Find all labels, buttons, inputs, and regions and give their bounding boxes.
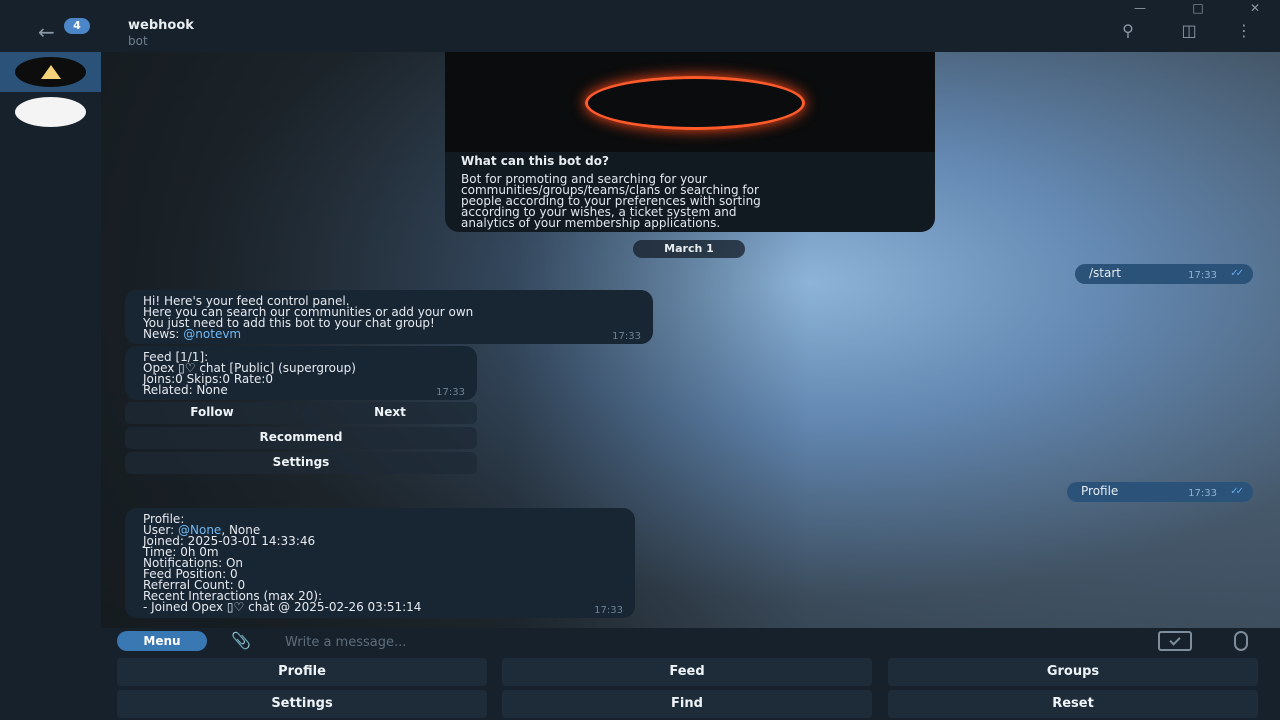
triangle-logo-icon: [41, 65, 61, 79]
back-arrow-icon[interactable]: ←: [38, 22, 64, 42]
avatar: [15, 57, 86, 87]
rail-item-bot[interactable]: [0, 52, 101, 92]
incoming-message-welcome[interactable]: Hi! Here's your feed control panel. Here …: [125, 290, 653, 344]
news-link[interactable]: @notevm: [183, 327, 241, 341]
message-body: Feed [1/1]: Opex ▯♡ chat [Public] (superg…: [143, 351, 356, 397]
keyboard-button-settings[interactable]: Settings: [117, 690, 487, 718]
message-text: Profile: [1081, 484, 1119, 498]
message-line: Related: None: [143, 383, 228, 397]
keyboard-button-feed[interactable]: Feed: [502, 658, 872, 686]
message-time: 17:33: [1188, 488, 1217, 499]
unread-badge: 4: [64, 18, 90, 34]
chat-header: ← 4 webhook bot ⚲ ◫ ⋮ — □ ✕: [0, 0, 1280, 52]
keyboard-button-profile[interactable]: Profile: [117, 658, 487, 686]
maximize-icon[interactable]: □: [1188, 0, 1208, 16]
double-check-icon: ✓✓: [1230, 486, 1244, 497]
keyboard-button-groups[interactable]: Groups: [888, 658, 1258, 686]
paperclip-icon[interactable]: 📎: [228, 629, 254, 653]
inline-button-settings[interactable]: Settings: [125, 452, 477, 474]
bot-info-heading: What can this bot do?: [461, 154, 609, 168]
message-text: /start: [1089, 266, 1121, 280]
double-check-icon: ✓✓: [1230, 268, 1244, 279]
date-separator: March 1: [633, 240, 745, 258]
message-body: Hi! Here's your feed control panel. Here …: [143, 295, 473, 341]
message-time: 17:33: [612, 331, 641, 342]
message-time: 17:33: [1188, 270, 1217, 281]
reply-keyboard: Profile Feed Groups Settings Find Reset: [0, 656, 1280, 720]
microphone-icon[interactable]: [1234, 631, 1248, 651]
message-composer: Menu 📎: [0, 628, 1280, 656]
message-time: 17:33: [436, 387, 465, 398]
outgoing-message-start[interactable]: /start 17:33 ✓✓: [1075, 264, 1253, 284]
message-line: News: @notevm: [143, 327, 473, 341]
minimize-icon[interactable]: —: [1130, 0, 1150, 16]
keyboard-button-find[interactable]: Find: [502, 690, 872, 718]
message-body: Profile: User: @None, None Joined: 2025-03…: [143, 513, 422, 614]
message-line: - Joined Opex ▯♡ chat @ 2025-02-26 03:51…: [143, 600, 422, 614]
bot-intro-media: [445, 52, 935, 152]
message-time: 17:33: [594, 605, 623, 616]
close-icon[interactable]: ✕: [1245, 0, 1265, 16]
description-line: analytics of your membership application…: [461, 216, 721, 230]
telegram-app: ← 4 webhook bot ⚲ ◫ ⋮ — □ ✕ What can thi: [0, 0, 1280, 720]
bot-info-description: Bot for promoting and searching for your…: [461, 173, 921, 230]
keyboard-button-reset[interactable]: Reset: [888, 690, 1258, 718]
inline-button-next[interactable]: Next: [303, 402, 477, 424]
inline-button-follow[interactable]: Follow: [125, 402, 299, 424]
message-input[interactable]: [285, 632, 1085, 652]
avatar: [15, 97, 86, 127]
chat-subtitle: bot: [128, 34, 148, 48]
outgoing-message-profile[interactable]: Profile 17:33 ✓✓: [1067, 482, 1253, 502]
chat-history[interactable]: What can this bot do? Bot for promoting …: [101, 52, 1280, 628]
bot-info-card: What can this bot do? Bot for promoting …: [445, 52, 935, 232]
menu-button[interactable]: Menu: [117, 631, 207, 651]
rail-item-chat[interactable]: [0, 92, 101, 132]
incoming-message-feed[interactable]: Feed [1/1]: Opex ▯♡ chat [Public] (superg…: [125, 346, 477, 400]
sidebar-toggle-icon[interactable]: ◫: [1176, 20, 1202, 42]
incoming-message-profile[interactable]: Profile: User: @None, None Joined: 2025-03…: [125, 508, 635, 618]
chat-title[interactable]: webhook: [128, 18, 194, 33]
clock-graphic-icon: [585, 76, 805, 130]
folder-rail: [0, 52, 101, 628]
news-label: News:: [143, 327, 184, 341]
more-vertical-icon[interactable]: ⋮: [1231, 20, 1257, 42]
search-icon[interactable]: ⚲: [1115, 20, 1141, 42]
inline-button-recommend[interactable]: Recommend: [125, 427, 477, 449]
keyboard-toggle-icon[interactable]: [1158, 631, 1192, 651]
